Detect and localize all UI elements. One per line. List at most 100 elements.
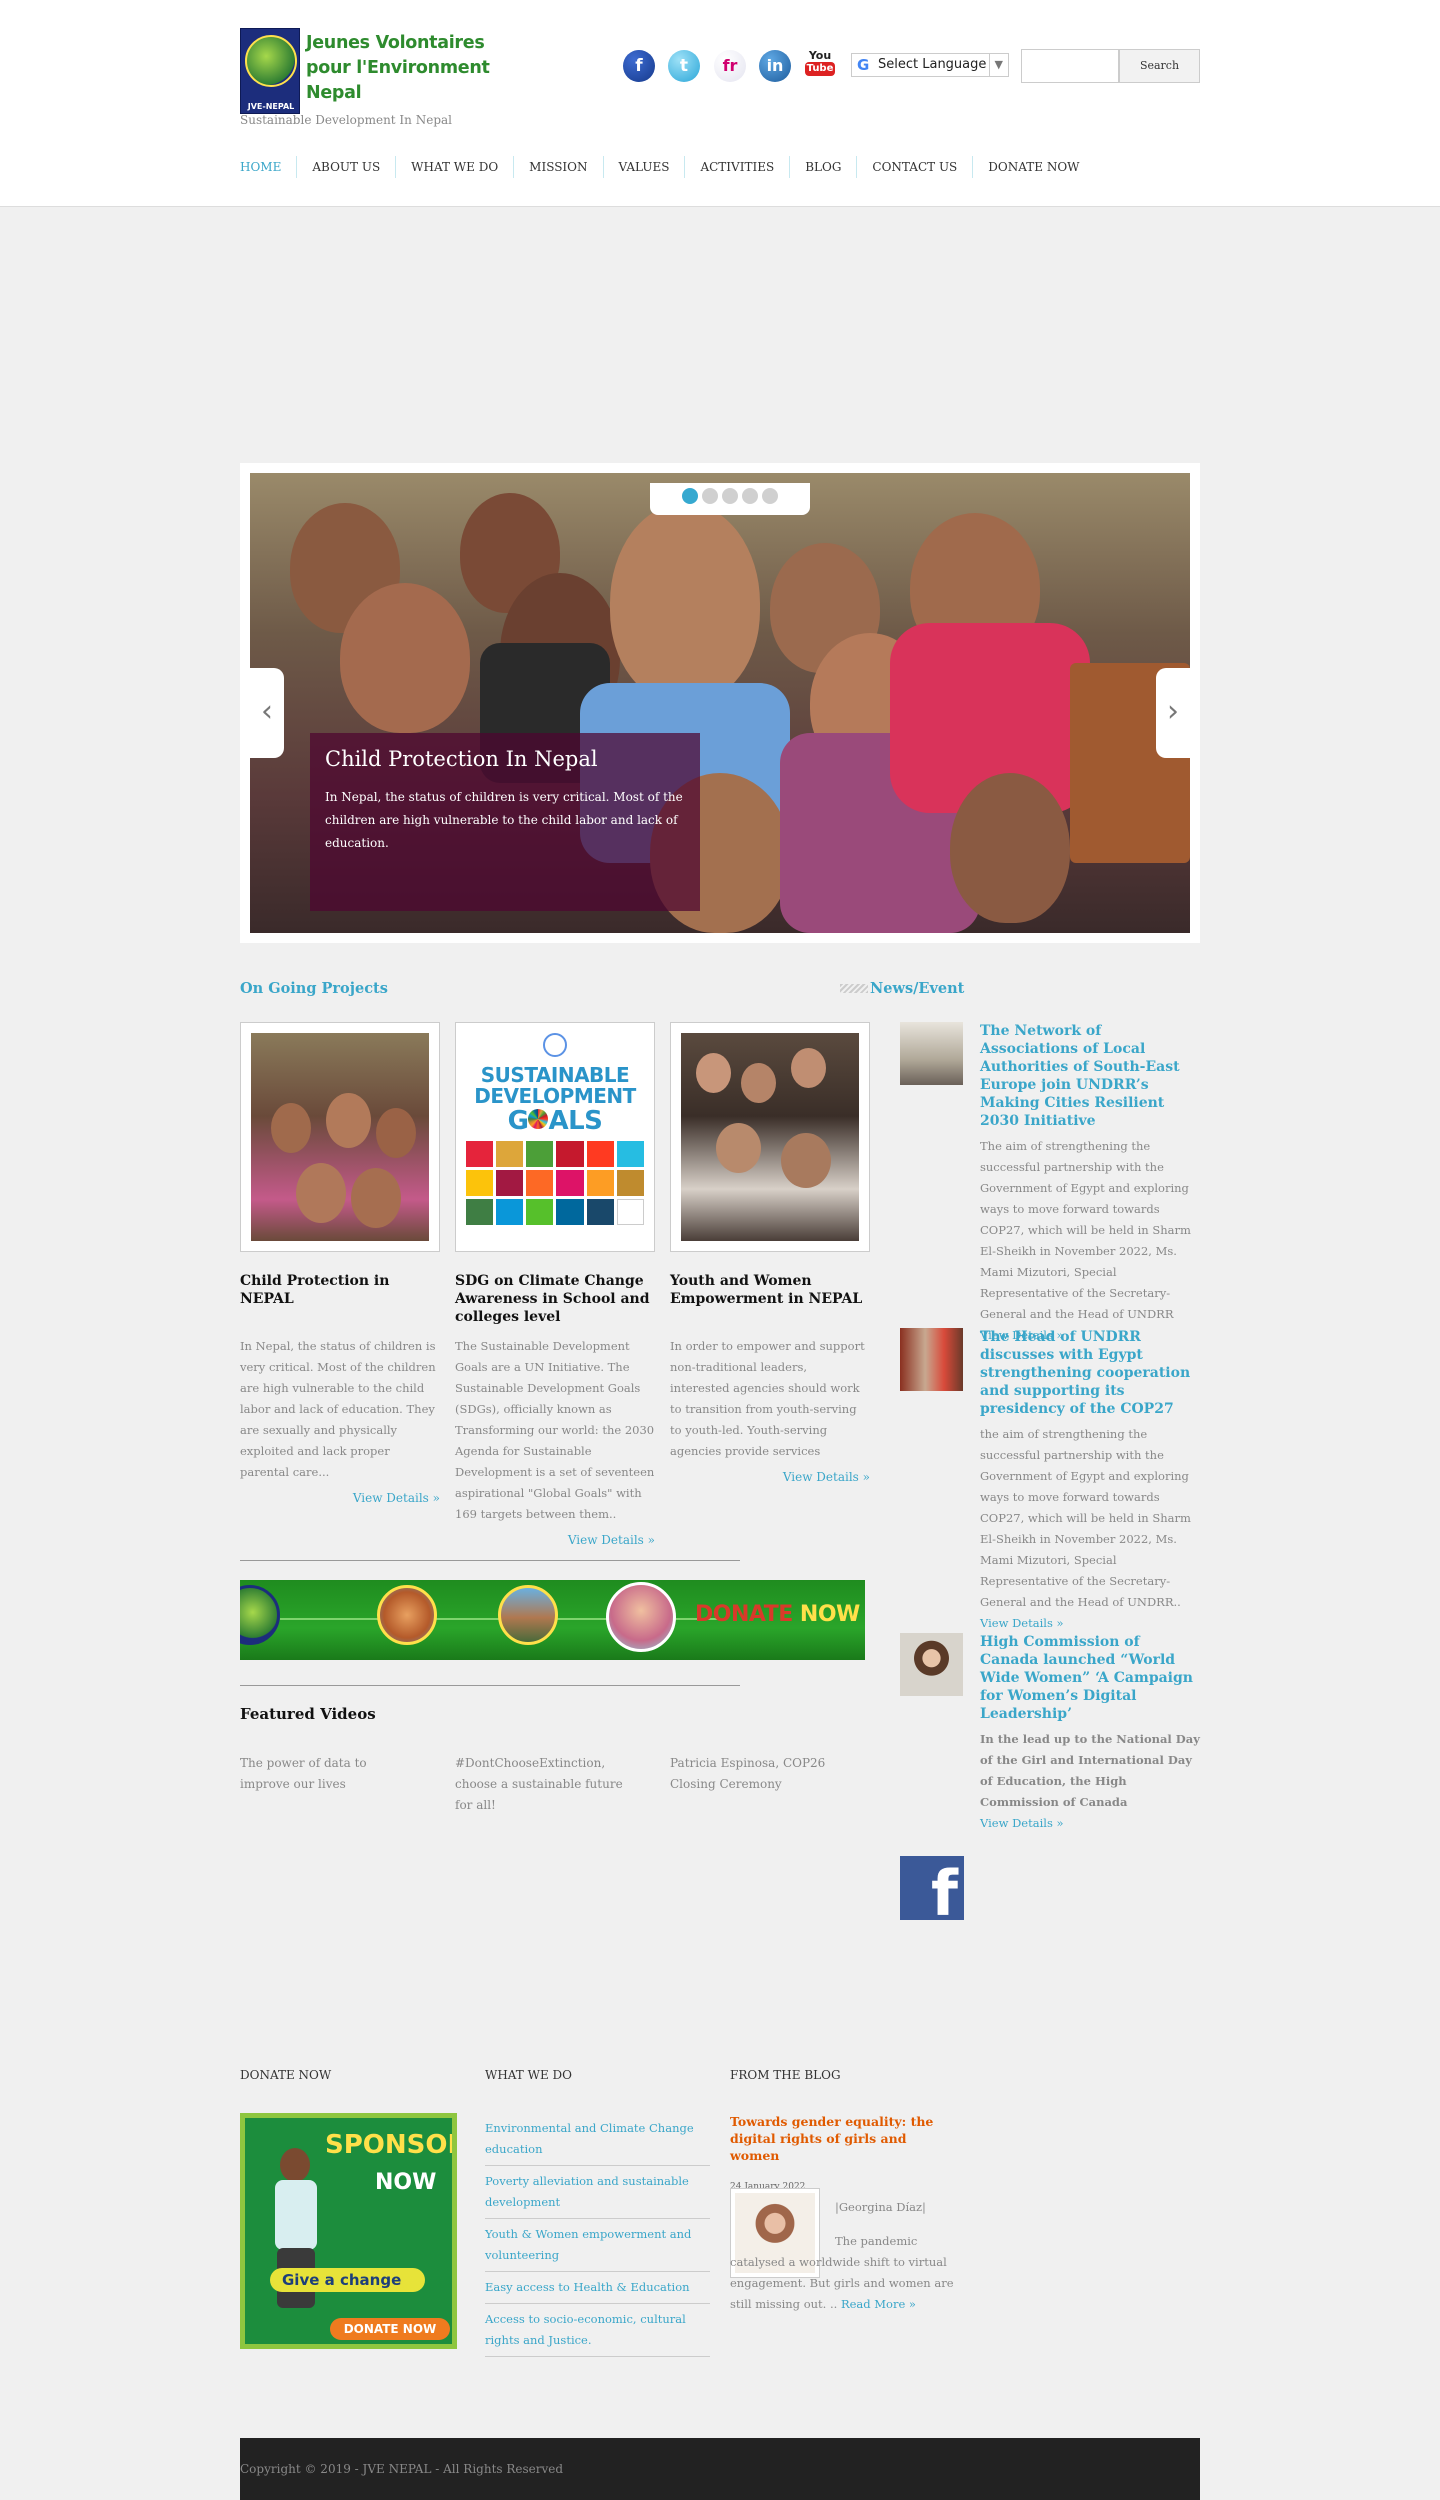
banner-word: DONATE bbox=[695, 1602, 793, 1627]
sponsor-donate-button[interactable]: DONATE NOW bbox=[330, 2318, 450, 2340]
videos-heading: Featured Videos bbox=[240, 1705, 376, 1723]
read-more-link[interactable]: Read More » bbox=[841, 2297, 916, 2311]
slider-dot[interactable] bbox=[722, 488, 738, 504]
un-emblem-icon bbox=[543, 1033, 567, 1057]
logo-circle bbox=[240, 1585, 280, 1645]
nav-values[interactable]: VALUES bbox=[602, 156, 685, 178]
news-title[interactable]: The Network of Associations of Local Aut… bbox=[980, 1022, 1200, 1130]
youtube-label: You bbox=[808, 49, 832, 62]
news-thumbnail[interactable] bbox=[900, 1328, 963, 1391]
nav-contact-us[interactable]: CONTACT US bbox=[856, 156, 972, 178]
project-image[interactable] bbox=[240, 1022, 440, 1252]
view-details-link[interactable]: View Details » bbox=[980, 1613, 1200, 1634]
blog-author: |Georgina Díaz| bbox=[835, 2200, 926, 2214]
slider-dot[interactable] bbox=[682, 488, 698, 504]
divider bbox=[240, 1685, 740, 1686]
news-thumbnail[interactable] bbox=[900, 1633, 963, 1696]
project-card: Child Protection in NEPAL In Nepal, the … bbox=[240, 1022, 440, 1505]
news-text: the aim of strengthening the successful … bbox=[980, 1427, 1191, 1609]
what-we-do-item[interactable]: Easy access to Health & Education bbox=[485, 2272, 710, 2304]
video-caption[interactable]: The power of data to improve our lives bbox=[240, 1753, 420, 1795]
view-details-link[interactable]: View Details » bbox=[980, 1813, 1200, 1834]
slider-dot[interactable] bbox=[762, 488, 778, 504]
project-card: Youth and Women Empowerment in NEPAL In … bbox=[670, 1022, 870, 1484]
search-input[interactable] bbox=[1021, 49, 1119, 83]
blog-title[interactable]: Towards gender equality: the digital rig… bbox=[730, 2113, 955, 2164]
news-text: The aim of strengthening the successful … bbox=[980, 1139, 1191, 1321]
sponsor-banner[interactable]: SPONSOR NOW Give a change DONATE NOW bbox=[240, 2113, 457, 2349]
news-title[interactable]: The Head of UNDRR discusses with Egypt s… bbox=[980, 1328, 1200, 1418]
project-title[interactable]: Child Protection in NEPAL bbox=[240, 1272, 440, 1328]
project-image[interactable] bbox=[670, 1022, 870, 1252]
nav-donate-now[interactable]: DONATE NOW bbox=[972, 156, 1094, 178]
footer: DONATE NOW WHAT WE DO FROM THE BLOG SPON… bbox=[240, 2068, 1200, 2368]
banner-photo bbox=[377, 1585, 437, 1645]
nav-mission[interactable]: MISSION bbox=[513, 156, 602, 178]
what-we-do-list: Environmental and Climate Change educati… bbox=[485, 2113, 710, 2357]
sponsor-subtitle: NOW bbox=[375, 2170, 437, 2195]
project-title[interactable]: SDG on Climate Change Awareness in Schoo… bbox=[455, 1272, 655, 1328]
project-text: The Sustainable Development Goals are a … bbox=[455, 1339, 655, 1521]
nav-activities[interactable]: ACTIVITIES bbox=[684, 156, 789, 178]
logo-badge: JVE-NEPAL bbox=[247, 102, 295, 111]
view-details-link[interactable]: View Details » bbox=[670, 1470, 870, 1484]
sponsor-cta: Give a change bbox=[270, 2268, 425, 2292]
twitter-icon[interactable]: t bbox=[668, 50, 700, 82]
what-we-do-item[interactable]: Environmental and Climate Change educati… bbox=[485, 2113, 710, 2166]
google-icon: G bbox=[857, 56, 870, 74]
linkedin-icon[interactable]: in bbox=[759, 50, 791, 82]
project-image[interactable]: SUSTAINABLE DEVELOPMENT G ALS bbox=[455, 1022, 655, 1252]
logo-line: pour l'Environment bbox=[306, 58, 490, 78]
video-caption[interactable]: Patricia Espinosa, COP26 Closing Ceremon… bbox=[670, 1753, 850, 1795]
banner-photo bbox=[498, 1585, 558, 1645]
logo-line: Jeunes Volontaires bbox=[306, 33, 485, 53]
site-header: JVE-NEPAL Jeunes Volontaires pour l'Envi… bbox=[0, 0, 1440, 207]
search-button[interactable]: Search bbox=[1119, 49, 1200, 83]
sdg-tiles bbox=[466, 1141, 644, 1225]
hero-slider: ‹ › Child Protection In Nepal In Nepal, … bbox=[240, 463, 1200, 943]
slider-dots bbox=[650, 483, 810, 515]
project-title[interactable]: Youth and Women Empowerment in NEPAL bbox=[670, 1272, 870, 1328]
slider-dot[interactable] bbox=[742, 488, 758, 504]
news-heading: News/Event bbox=[839, 980, 965, 997]
what-we-do-item[interactable]: Access to socio-economic, cultural right… bbox=[485, 2304, 710, 2357]
site-logo[interactable]: JVE-NEPAL Jeunes Volontaires pour l'Envi… bbox=[240, 28, 490, 116]
slider-dot[interactable] bbox=[702, 488, 718, 504]
facebook-icon[interactable]: f bbox=[900, 1856, 964, 1920]
slide-image: ‹ › Child Protection In Nepal In Nepal, … bbox=[250, 473, 1190, 933]
slider-prev-arrow[interactable]: ‹ bbox=[250, 668, 284, 758]
site-tagline: Sustainable Development In Nepal bbox=[240, 113, 452, 127]
what-we-do-item[interactable]: Youth & Women empowerment and volunteeri… bbox=[485, 2219, 710, 2272]
youtube-icon[interactable]: You Tube bbox=[804, 50, 836, 82]
slide-text: In Nepal, the status of children is very… bbox=[325, 790, 683, 850]
news-thumbnail[interactable] bbox=[900, 1022, 963, 1085]
copyright-text: Copyright © 2019 - JVE NEPAL - All Right… bbox=[240, 2462, 564, 2476]
news-title[interactable]: High Commission of Canada launched “Worl… bbox=[980, 1633, 1200, 1723]
sdg-wheel-icon bbox=[528, 1109, 549, 1129]
nav-what-we-do[interactable]: WHAT WE DO bbox=[395, 156, 513, 178]
banner-word: NOW bbox=[799, 1602, 860, 1627]
sdg-logo-letter: G bbox=[507, 1106, 529, 1136]
sdg-logo-line: DEVELOPMENT bbox=[474, 1084, 636, 1108]
main-nav: HOME ABOUT US WHAT WE DO MISSION VALUES ACTIV… bbox=[240, 156, 1095, 178]
video-caption[interactable]: #DontChooseExtinction, choose a sustaina… bbox=[455, 1753, 635, 1816]
copyright-bar: Copyright © 2019 - JVE NEPAL - All Right… bbox=[240, 2438, 1200, 2500]
youtube-label: Tube bbox=[804, 62, 836, 76]
nav-about-us[interactable]: ABOUT US bbox=[296, 156, 395, 178]
logo-line: Nepal bbox=[306, 83, 362, 103]
banner-photo bbox=[606, 1582, 676, 1652]
nav-home[interactable]: HOME bbox=[240, 156, 296, 178]
child-image bbox=[265, 2138, 325, 2328]
facebook-icon[interactable]: f bbox=[623, 50, 655, 82]
view-details-link[interactable]: View Details » bbox=[455, 1533, 655, 1547]
what-we-do-item[interactable]: Poverty alleviation and sustainable deve… bbox=[485, 2166, 710, 2219]
donate-banner[interactable]: DONATE NOW bbox=[240, 1580, 865, 1660]
chevron-down-icon: ▼ bbox=[988, 54, 1003, 76]
logo-emblem: JVE-NEPAL bbox=[240, 28, 300, 114]
slider-next-arrow[interactable]: › bbox=[1156, 668, 1190, 758]
nav-blog[interactable]: BLOG bbox=[789, 156, 856, 178]
view-details-link[interactable]: View Details » bbox=[240, 1491, 440, 1505]
friendfeed-icon[interactable]: fr bbox=[714, 50, 746, 82]
footer-blog-heading: FROM THE BLOG bbox=[730, 2068, 841, 2082]
language-select[interactable]: G Select Language ▼ bbox=[851, 53, 1009, 77]
